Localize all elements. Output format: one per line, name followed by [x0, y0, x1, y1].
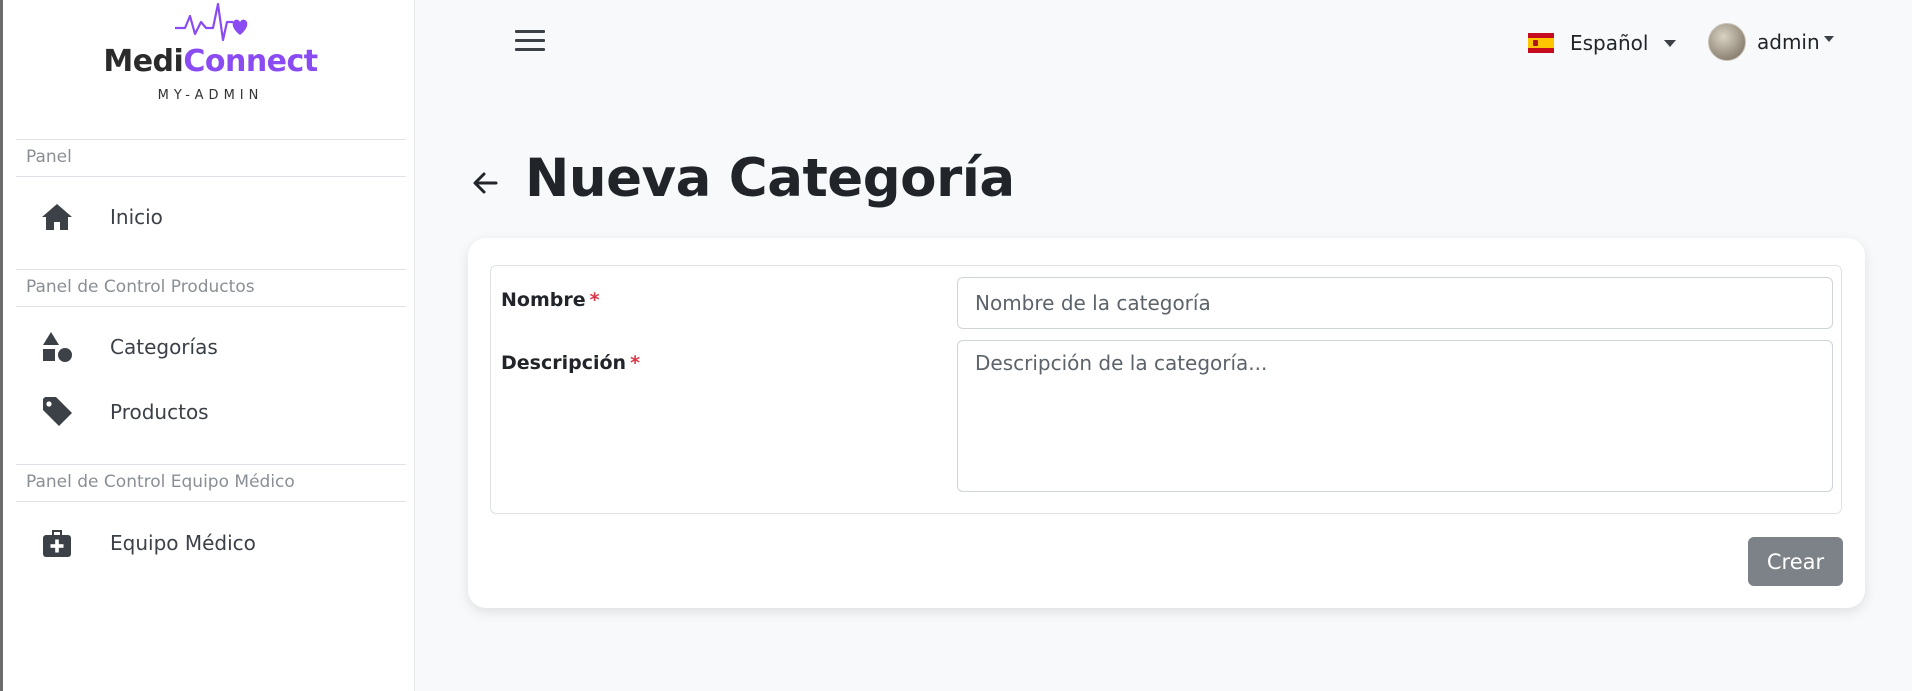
- description-label-text: Descripción: [501, 352, 627, 374]
- sidebar-item-equipo-medico[interactable]: Equipo Médico: [16, 513, 406, 573]
- sidebar-section-equipo: Panel de Control Equipo Médico: [16, 464, 406, 502]
- form-card: Nombre* Descripción* Crear: [468, 238, 1865, 608]
- name-input[interactable]: [957, 277, 1833, 329]
- sidebar-item-categorias[interactable]: Categorías: [16, 317, 406, 377]
- description-textarea[interactable]: [957, 340, 1833, 492]
- name-field-label: Nombre *: [501, 289, 600, 311]
- arrow-left-icon: [473, 172, 498, 194]
- language-label: Español: [1570, 31, 1649, 55]
- medkit-icon: [40, 526, 74, 560]
- tag-icon: [40, 395, 74, 429]
- hamburger-line: [515, 48, 545, 51]
- brand-subtitle: MY-ADMIN: [157, 88, 264, 103]
- brand-name-part1: Medi: [103, 44, 184, 79]
- brand-name-part2: Connect: [183, 44, 318, 79]
- home-icon: [40, 200, 74, 234]
- page-title: Nueva Categoría: [525, 148, 1015, 209]
- name-label-text: Nombre: [501, 289, 586, 311]
- avatar: [1708, 23, 1746, 61]
- create-button[interactable]: Crear: [1748, 537, 1843, 586]
- sidebar-item-label: Inicio: [110, 205, 163, 229]
- sidebar-item-label: Categorías: [110, 335, 218, 359]
- hamburger-line: [515, 30, 545, 33]
- sidebar-item-label: Equipo Médico: [110, 531, 256, 555]
- brand-name: MediConnect: [3, 44, 418, 79]
- required-mark: *: [589, 289, 600, 311]
- heartbeat-logo-icon: [175, 2, 248, 42]
- spain-flag-icon: [1528, 33, 1554, 53]
- sidebar-item-label: Productos: [110, 400, 209, 424]
- sidebar-section-panel: Panel: [16, 139, 406, 177]
- sidebar-item-inicio[interactable]: Inicio: [16, 187, 406, 247]
- sidebar-section-productos: Panel de Control Productos: [16, 269, 406, 307]
- description-field-label: Descripción *: [501, 352, 640, 374]
- chevron-down-icon: [1823, 36, 1834, 42]
- user-menu[interactable]: admin: [1708, 23, 1834, 61]
- language-dropdown[interactable]: Español: [1528, 28, 1677, 58]
- form-fields: Nombre* Descripción*: [490, 265, 1842, 514]
- hamburger-line: [515, 39, 545, 42]
- shapes-icon: [40, 330, 74, 364]
- menu-toggle-button[interactable]: [515, 30, 545, 54]
- required-mark: *: [630, 352, 641, 374]
- username-label: admin: [1757, 30, 1820, 54]
- chevron-down-icon: [1664, 39, 1677, 47]
- back-button[interactable]: [470, 168, 502, 198]
- sidebar-item-productos[interactable]: Productos: [16, 382, 406, 442]
- sidebar: MediConnect MY-ADMIN Panel Inicio Panel …: [0, 0, 415, 691]
- brand-logo[interactable]: MediConnect MY-ADMIN: [3, 0, 418, 110]
